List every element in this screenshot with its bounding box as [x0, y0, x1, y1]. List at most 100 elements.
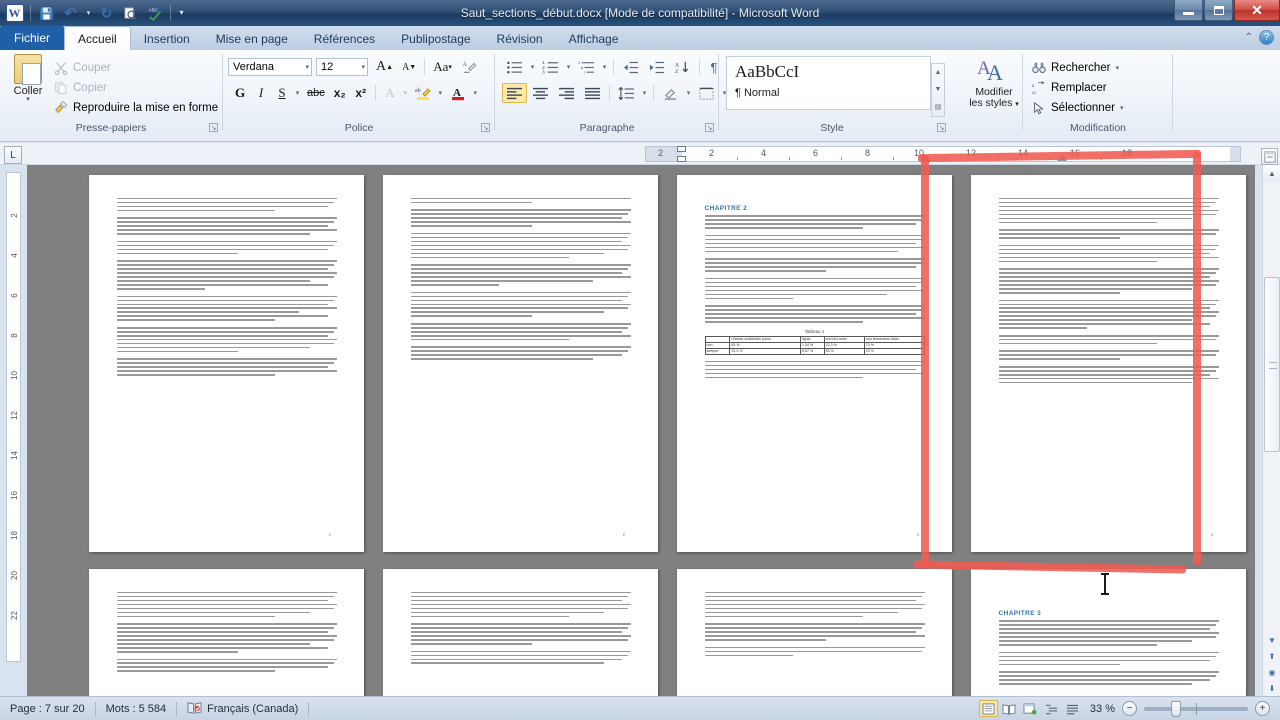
minimize-ribbon-icon[interactable]: ⌃	[1245, 32, 1253, 43]
align-right-button[interactable]	[554, 83, 579, 103]
style-scroll-down-icon[interactable]: ▼	[935, 86, 942, 93]
vertical-scrollbar[interactable]: ▲ ▼ ⬆ ◉ ⬇	[1262, 165, 1280, 696]
word-app-icon[interactable]: W	[4, 3, 25, 24]
document-page-8[interactable]: CHAPITRE 3	[971, 569, 1246, 696]
styles-dialog-launcher[interactable]: ↘	[937, 123, 946, 132]
font-name-input[interactable]: Verdana ▾	[228, 58, 312, 76]
text-effects-button[interactable]: A	[380, 83, 400, 103]
superscript-button[interactable]: x²	[351, 83, 371, 103]
paste-button[interactable]: Coller ▾	[6, 54, 50, 103]
align-left-button[interactable]	[502, 83, 527, 103]
bullets-button[interactable]	[502, 57, 527, 77]
font-size-input[interactable]: 12 ▾	[316, 58, 368, 76]
change-case-button[interactable]: Aa ▾	[429, 57, 456, 77]
numbering-dropdown-icon[interactable]: ▾	[564, 57, 573, 77]
borders-button[interactable]	[694, 83, 719, 103]
document-canvas[interactable]: 1 2 CHAPITRE 2 Tableau 1 Ultrices sollic…	[27, 165, 1255, 696]
save-icon[interactable]	[36, 3, 57, 24]
page-indicator[interactable]: Page : 7 sur 20	[0, 700, 95, 718]
select-browse-object-button[interactable]: ◉	[1263, 664, 1280, 680]
multilevel-list-button[interactable]: 1ai	[574, 57, 599, 77]
minimize-button[interactable]	[1174, 0, 1203, 21]
style-scroll-up-icon[interactable]: ▲	[935, 69, 942, 76]
word-count-indicator[interactable]: Mots : 5 584	[96, 700, 177, 718]
style-gallery[interactable]: AaBbCcI ¶ Normal ▲ ▼ ▤	[726, 56, 945, 117]
find-button[interactable]: Rechercher ▾	[1032, 58, 1123, 78]
zoom-level-label[interactable]: 33 %	[1090, 703, 1115, 715]
grow-font-button[interactable]: A ▲	[372, 57, 397, 77]
data-table[interactable]: Ultrices sollicitudin purus ligula orci …	[704, 335, 925, 355]
tab-accueil[interactable]: Accueil	[64, 26, 131, 50]
bullets-dropdown-icon[interactable]: ▾	[528, 57, 537, 77]
justify-button[interactable]	[580, 83, 605, 103]
copy-button[interactable]: Copier	[54, 78, 218, 98]
style-gallery-more-icon[interactable]: ▤	[935, 103, 942, 111]
print-preview-icon[interactable]	[120, 3, 141, 24]
text-highlight-button[interactable]: ab	[411, 83, 435, 103]
document-page-4[interactable]: 4	[971, 175, 1246, 552]
line-spacing-button[interactable]	[614, 83, 639, 103]
spelling-icon[interactable]: ABC	[144, 3, 165, 24]
undo-icon[interactable]: ↶	[60, 3, 81, 24]
help-icon[interactable]: ?	[1259, 30, 1274, 45]
document-page-3[interactable]: CHAPITRE 2 Tableau 1 Ultrices sollicitud…	[677, 175, 952, 552]
underline-button[interactable]: S	[272, 83, 292, 103]
text-effects-dropdown-icon[interactable]: ▾	[401, 83, 410, 103]
next-page-button[interactable]: ⬇	[1263, 680, 1280, 696]
zoom-slider[interactable]	[1144, 700, 1248, 717]
find-dropdown-icon[interactable]: ▾	[1115, 64, 1119, 72]
show-formatting-marks-button[interactable]: ¶	[704, 57, 724, 77]
scrollbar-thumb[interactable]	[1264, 277, 1280, 452]
tab-stop-selector[interactable]: L	[4, 146, 22, 164]
select-dropdown-icon[interactable]: ▾	[1120, 104, 1124, 112]
font-color-button[interactable]: A	[446, 83, 470, 103]
previous-page-button[interactable]: ⬆	[1263, 648, 1280, 664]
tab-insertion[interactable]: Insertion	[131, 27, 203, 50]
first-line-indent-marker[interactable]	[677, 146, 686, 152]
style-gallery-scroll[interactable]: ▲ ▼ ▤	[931, 63, 945, 117]
decrease-indent-button[interactable]	[618, 57, 643, 77]
shading-dropdown-icon[interactable]: ▾	[684, 83, 693, 103]
close-button[interactable]: ✕	[1234, 0, 1280, 21]
left-indent-marker[interactable]	[677, 156, 686, 162]
document-page-7[interactable]	[677, 569, 952, 696]
cut-button[interactable]: Couper	[54, 58, 218, 78]
tab-fichier[interactable]: Fichier	[0, 26, 65, 50]
print-layout-view-button[interactable]	[978, 700, 998, 717]
document-page-2[interactable]: 2	[383, 175, 658, 552]
zoom-slider-thumb[interactable]	[1171, 700, 1181, 717]
split-window-button[interactable]	[1261, 148, 1278, 165]
sort-button[interactable]: AZ	[670, 57, 695, 77]
paragraph-dialog-launcher[interactable]: ↘	[705, 123, 714, 132]
clear-formatting-button[interactable]: A	[457, 57, 482, 77]
tab-mise-en-page[interactable]: Mise en page	[203, 27, 301, 50]
customize-qat-icon[interactable]: ▾	[176, 3, 187, 24]
italic-button[interactable]: I	[251, 83, 271, 103]
document-page-5[interactable]	[89, 569, 364, 696]
font-dialog-launcher[interactable]: ↘	[481, 123, 490, 132]
tab-references[interactable]: Références	[301, 27, 388, 50]
align-center-button[interactable]	[528, 83, 553, 103]
web-layout-view-button[interactable]	[1021, 700, 1040, 717]
format-painter-button[interactable]: Reproduire la mise en forme	[54, 98, 218, 118]
zoom-out-button[interactable]: −	[1122, 701, 1137, 716]
line-spacing-dropdown-icon[interactable]: ▾	[640, 83, 649, 103]
increase-indent-button[interactable]	[644, 57, 669, 77]
multilevel-dropdown-icon[interactable]: ▾	[600, 57, 609, 77]
font-color-dropdown-icon[interactable]: ▾	[471, 83, 480, 103]
replace-button[interactable]: a ac Remplacer	[1032, 78, 1123, 98]
full-screen-reading-view-button[interactable]	[1000, 700, 1019, 717]
strikethrough-button[interactable]: abc	[303, 83, 329, 103]
maximize-button[interactable]	[1204, 0, 1233, 21]
language-indicator[interactable]: Français (Canada)	[177, 700, 308, 718]
draft-view-button[interactable]	[1063, 700, 1082, 717]
tab-publipostage[interactable]: Publipostage	[388, 27, 483, 50]
change-styles-arrow[interactable]: ▾	[1015, 101, 1019, 108]
shrink-font-button[interactable]: A ▼	[398, 57, 420, 77]
change-styles-button[interactable]: A A Modifier les styles ▾	[967, 54, 1021, 110]
shading-button[interactable]	[658, 83, 683, 103]
font-size-dropdown-icon[interactable]: ▾	[361, 63, 365, 71]
tab-affichage[interactable]: Affichage	[556, 27, 632, 50]
bold-button[interactable]: G	[230, 83, 250, 103]
redo-icon[interactable]: ↻	[96, 3, 117, 24]
